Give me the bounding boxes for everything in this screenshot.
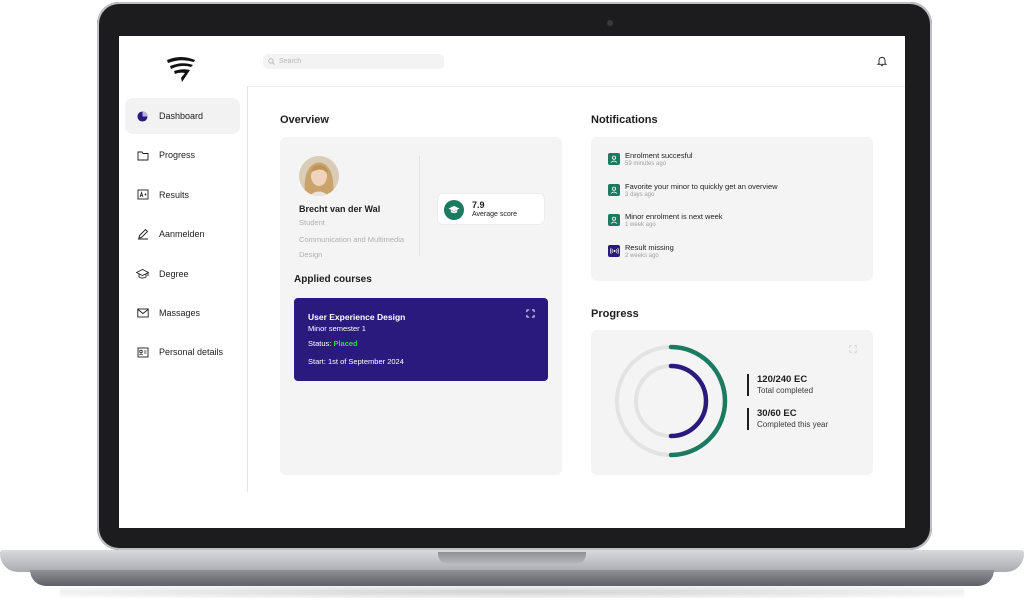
search-icon bbox=[268, 58, 275, 65]
notification-text: Minor enrolment is next week bbox=[625, 212, 723, 221]
pencil-icon bbox=[136, 228, 149, 241]
user-icon bbox=[608, 214, 620, 226]
year-progress-arc bbox=[668, 363, 709, 439]
laptop-shadow bbox=[60, 586, 964, 598]
bell-icon[interactable] bbox=[876, 55, 888, 67]
graduation-cap-icon bbox=[136, 267, 149, 280]
average-score-label: Average score bbox=[472, 211, 518, 218]
total-progress-arc bbox=[668, 344, 728, 458]
sidebar-item-label: Progress bbox=[159, 150, 196, 161]
notification-time: 1 week ago bbox=[625, 222, 656, 228]
app-screen: Dashboard Progress Results Aanmelden Deg… bbox=[119, 36, 905, 528]
course-card[interactable]: User Experience Design Minor semester 1 … bbox=[294, 298, 548, 381]
id-card-icon bbox=[136, 346, 149, 359]
dashboard-icon bbox=[136, 110, 149, 123]
graduation-cap-icon bbox=[444, 200, 464, 220]
sidebar-divider bbox=[247, 86, 248, 492]
sidebar-item-label: Personal details bbox=[159, 347, 224, 358]
notification-item[interactable]: Minor enrolment is next week 1 week ago bbox=[608, 212, 848, 238]
sidebar-item-dashboard[interactable]: Dashboard bbox=[125, 98, 240, 134]
average-score-value: 7.9 bbox=[472, 200, 485, 210]
overview-title: Overview bbox=[280, 114, 329, 126]
sidebar-item-results[interactable]: Results bbox=[125, 177, 240, 213]
sidebar-item-label: Results bbox=[159, 189, 190, 200]
course-status-label: Status: bbox=[308, 339, 332, 348]
mail-icon bbox=[136, 306, 149, 319]
notification-item[interactable]: Favorite your minor to quickly get an ov… bbox=[608, 182, 848, 208]
year-stat-bar bbox=[747, 408, 749, 430]
sidebar-item-label: Aanmelden bbox=[159, 229, 205, 240]
progress-donut-chart bbox=[615, 344, 728, 458]
camera bbox=[607, 20, 613, 26]
user-icon bbox=[608, 184, 620, 196]
notification-time: 3 days ago bbox=[625, 192, 655, 198]
expand-icon[interactable] bbox=[526, 309, 535, 318]
course-start: Start: 1st of September 2024 bbox=[308, 357, 404, 366]
student-program: Communication and Multimedia Design bbox=[299, 235, 405, 259]
expand-icon[interactable] bbox=[849, 345, 857, 353]
sidebar-item-progress[interactable]: Progress bbox=[125, 137, 240, 173]
total-stat-value: 120/240 EC bbox=[757, 374, 808, 385]
sidebar-item-label: Dashboard bbox=[159, 111, 204, 121]
results-icon bbox=[136, 188, 149, 201]
logo-icon bbox=[167, 57, 195, 82]
notification-item[interactable]: Result missing 2 weeks ago bbox=[608, 243, 848, 269]
sidebar-item-aanmelden[interactable]: Aanmelden bbox=[125, 216, 240, 252]
notification-text: Favorite your minor to quickly get an ov… bbox=[625, 182, 778, 191]
profile-divider bbox=[419, 156, 420, 256]
year-stat-label: Completed this year bbox=[757, 420, 829, 429]
search-input[interactable]: Search bbox=[263, 54, 444, 69]
laptop-base-bottom bbox=[30, 570, 994, 586]
student-name: Brecht van der Wal bbox=[299, 204, 381, 214]
year-stat-value: 30/60 EC bbox=[757, 408, 797, 419]
notification-item[interactable]: Enrolment succesful 59 minutes ago bbox=[608, 151, 848, 177]
sidebar-item-label: Massages bbox=[159, 307, 201, 318]
sidebar-nav: Dashboard Progress Results Aanmelden Deg… bbox=[125, 98, 240, 374]
course-title: User Experience Design bbox=[308, 312, 406, 322]
total-stat-label: Total completed bbox=[757, 386, 814, 395]
notification-text: Enrolment succesful bbox=[625, 151, 693, 160]
broadcast-icon bbox=[608, 245, 620, 257]
applied-courses-title: Applied courses bbox=[294, 274, 372, 285]
notification-time: 59 minutes ago bbox=[625, 161, 667, 167]
user-icon bbox=[608, 153, 620, 165]
progress-title: Progress bbox=[591, 308, 639, 320]
course-status: Status: Placed bbox=[308, 339, 358, 348]
notification-text: Result missing bbox=[625, 243, 674, 252]
course-status-value: Placed bbox=[333, 339, 358, 348]
total-stat-bar bbox=[747, 374, 749, 396]
average-score-card: 7.9 Average score bbox=[437, 193, 545, 225]
sidebar-item-degree[interactable]: Degree bbox=[125, 256, 240, 292]
sidebar-item-massages[interactable]: Massages bbox=[125, 295, 240, 331]
search-placeholder: Search bbox=[279, 58, 302, 65]
avatar bbox=[299, 156, 339, 196]
notifications-title: Notifications bbox=[591, 114, 658, 126]
header-divider bbox=[248, 86, 905, 87]
sidebar-item-label: Degree bbox=[159, 268, 189, 279]
notification-time: 2 weeks ago bbox=[625, 253, 659, 259]
laptop-notch bbox=[438, 552, 586, 564]
sidebar: Dashboard Progress Results Aanmelden Deg… bbox=[119, 36, 248, 528]
course-semester: Minor semester 1 bbox=[308, 324, 366, 333]
student-role: Student bbox=[299, 218, 325, 227]
folder-icon bbox=[136, 149, 149, 162]
sidebar-item-personal-details[interactable]: Personal details bbox=[125, 334, 240, 370]
